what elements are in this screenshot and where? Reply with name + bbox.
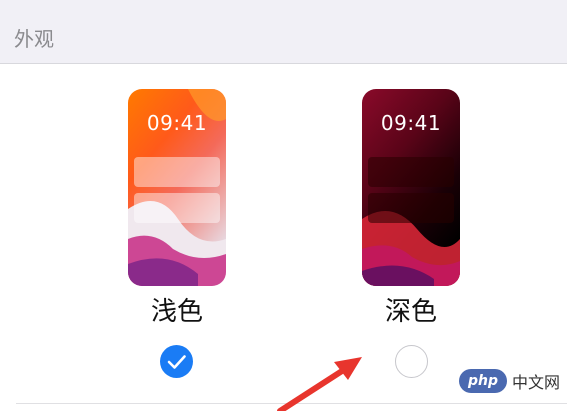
annotation-arrow-icon [277,357,362,411]
watermark: php 中文网 [459,368,560,394]
php-logo: php [459,369,507,393]
watermark-text: 中文网 [512,373,561,392]
